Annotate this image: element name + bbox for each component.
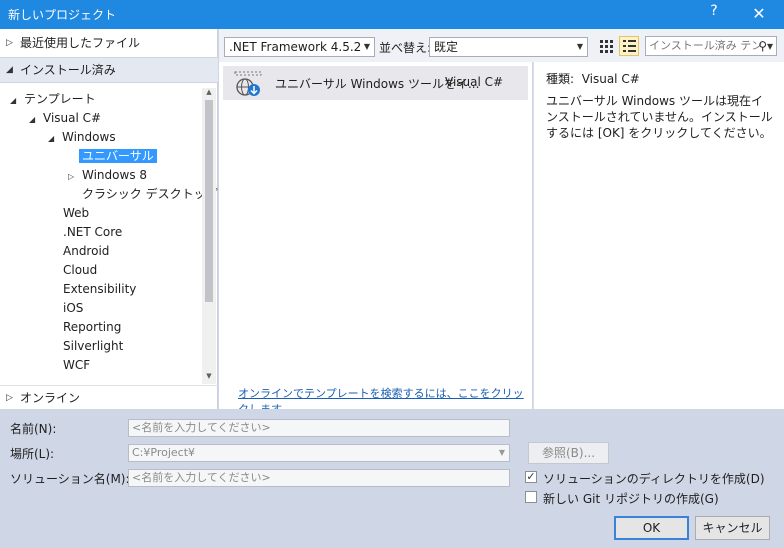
tree-item-web[interactable]: Web — [63, 204, 89, 223]
expand-arrow-icon: ▷ — [6, 393, 13, 403]
grid-view-icon — [600, 40, 613, 53]
tree-item-universal[interactable]: ユニバーサル — [79, 147, 157, 166]
window-title: 新しいプロジェクト — [8, 8, 117, 22]
scroll-up-arrow-icon[interactable]: ▲ — [202, 88, 216, 100]
small-icons-view-button[interactable] — [596, 36, 616, 56]
section-installed[interactable]: ◢ インストール済み — [0, 57, 218, 83]
search-icon[interactable]: ⚲▾ — [758, 37, 773, 55]
solution-name-label: ソリューション名(M): — [10, 472, 130, 486]
expand-arrow-icon: ▷ — [6, 38, 13, 48]
section-installed-label: インストール済み — [20, 63, 116, 77]
template-item[interactable]: ユニバーサル Windows ツールをイ... Visual C# — [223, 66, 528, 100]
scroll-down-arrow-icon[interactable]: ▼ — [202, 372, 216, 384]
name-input[interactable]: <名前を入力してください> — [128, 419, 510, 437]
create-git-repo-label: 新しい Git リポジトリの作成(G) — [543, 492, 719, 506]
chevron-down-icon: ▼ — [363, 42, 370, 51]
template-search-input[interactable]: インストール済み テン ⚲▾ — [645, 36, 777, 56]
name-label: 名前(N): — [10, 422, 57, 436]
template-toolbar: .NET Framework 4.5.2 ▼ 並べ替え: 既定 ▼ インストール… — [219, 29, 784, 62]
tree-item-ios[interactable]: iOS — [63, 299, 83, 318]
create-directory-label: ソリューションのディレクトリを作成(D) — [543, 472, 765, 486]
name-placeholder: <名前を入力してください> — [132, 421, 271, 434]
tree-item-android[interactable]: Android — [63, 242, 109, 261]
solution-name-input[interactable]: <名前を入力してください> — [128, 469, 510, 487]
tree-label: テンプレート — [24, 92, 96, 106]
template-description: ユニバーサル Windows ツールは現在インストールされていません。インストー… — [546, 94, 773, 140]
kind-value: Visual C# — [581, 72, 640, 86]
tree-label-selected: ユニバーサル — [79, 149, 157, 163]
template-language: Visual C# — [445, 75, 504, 89]
ok-button[interactable]: OK — [614, 516, 689, 540]
tree-item-visual-csharp[interactable]: ◢ Visual C# — [29, 109, 101, 128]
cancel-button[interactable]: キャンセル — [695, 516, 770, 540]
tree-label: Windows 8 — [82, 168, 148, 182]
close-button[interactable]: ✕ — [744, 2, 774, 26]
tree-item-classic-desktop[interactable]: クラシック デスクトップ — [82, 185, 218, 204]
section-online[interactable]: ▷ オンライン — [0, 385, 218, 410]
browse-button[interactable]: 参照(B)... — [528, 442, 609, 464]
collapse-arrow-icon: ◢ — [10, 96, 17, 105]
template-kind: 種類: Visual C# — [546, 70, 640, 87]
tree-item-windows8[interactable]: ▷ Windows 8 — [68, 166, 147, 185]
tree-item-netcore[interactable]: .NET Core — [63, 223, 122, 242]
tree-item-cloud[interactable]: Cloud — [63, 261, 97, 280]
list-view-icon — [623, 40, 636, 52]
checkbox-unchecked-icon[interactable] — [525, 491, 537, 503]
universal-windows-template-icon — [234, 71, 262, 96]
template-list: ユニバーサル Windows ツールをイ... Visual C# オンラインで… — [219, 62, 532, 416]
tree-item-wcf[interactable]: WCF — [63, 356, 90, 375]
tree-item-templates[interactable]: ◢ テンプレート — [10, 90, 96, 109]
tree-label: Visual C# — [43, 111, 102, 125]
kind-label: 種類: — [546, 72, 575, 86]
solution-name-placeholder: <名前を入力してください> — [132, 471, 271, 484]
section-recent[interactable]: ▷ 最近使用したファイル — [0, 31, 218, 55]
section-recent-label: 最近使用したファイル — [20, 36, 141, 50]
sort-select-value: 既定 — [434, 40, 459, 54]
details-pane: 種類: Visual C# ユニバーサル Windows ツールは現在インストー… — [533, 62, 784, 409]
collapse-arrow-icon: ◢ — [6, 65, 13, 75]
category-pane: ▷ 最近使用したファイル ◢ インストール済み ◢ テンプレート ◢ Visual … — [0, 29, 218, 409]
collapse-arrow-icon: ◢ — [29, 115, 36, 124]
scrollbar-thumb[interactable] — [205, 100, 213, 302]
section-online-label: オンライン — [20, 391, 81, 405]
location-input[interactable]: C:¥Project¥ ▼ — [128, 444, 510, 462]
list-view-button[interactable] — [619, 36, 639, 56]
project-form: 名前(N): <名前を入力してください> 場所(L): C:¥Project¥ … — [0, 409, 784, 548]
location-label: 場所(L): — [10, 447, 55, 461]
collapse-arrow-icon: ◢ — [48, 134, 55, 143]
tree-item-silverlight[interactable]: Silverlight — [63, 337, 123, 356]
chevron-down-icon[interactable]: ▼ — [499, 445, 505, 461]
tree-label: Windows — [62, 130, 116, 144]
chevron-down-icon: ▼ — [576, 42, 583, 51]
help-button[interactable]: ? — [704, 3, 724, 25]
sort-select[interactable]: 既定 ▼ — [429, 37, 588, 57]
framework-select-value: .NET Framework 4.5.2 — [229, 40, 362, 54]
tree-scrollbar[interactable]: ▲ ▼ — [202, 88, 216, 384]
framework-select[interactable]: .NET Framework 4.5.2 ▼ — [224, 37, 375, 57]
checkbox-checked-icon[interactable]: ✓ — [525, 471, 537, 483]
expand-arrow-icon: ▷ — [68, 172, 75, 181]
tree-item-extensibility[interactable]: Extensibility — [63, 280, 136, 299]
tree-item-reporting[interactable]: Reporting — [63, 318, 121, 337]
title-bar: 新しいプロジェクト ? ✕ — [0, 0, 784, 29]
search-placeholder: インストール済み テン — [649, 39, 763, 52]
sort-label: 並べ替え: — [379, 41, 432, 55]
location-value: C:¥Project¥ — [132, 446, 196, 459]
tree-label: クラシック デスクトップ — [82, 187, 218, 201]
tree-item-windows[interactable]: ◢ Windows — [48, 128, 116, 147]
